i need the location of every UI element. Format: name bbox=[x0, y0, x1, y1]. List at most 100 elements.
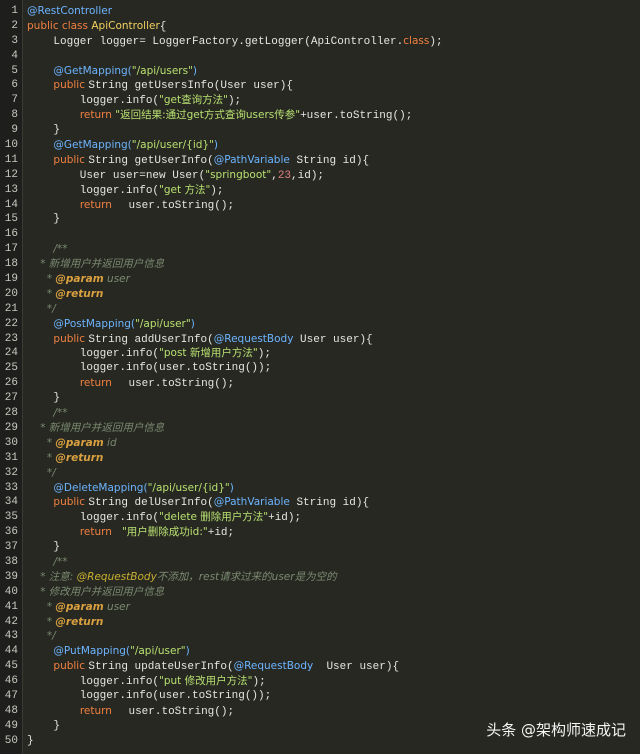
code-line[interactable]: 37 } bbox=[0, 540, 640, 555]
code-line[interactable]: 27 } bbox=[0, 391, 640, 406]
code-line[interactable]: 12 User user=new User("springboot",23,id… bbox=[0, 168, 640, 183]
code-token: user.toString(); bbox=[115, 378, 235, 391]
code-line[interactable]: 14 return user.toString(); bbox=[0, 198, 640, 213]
code-line[interactable]: 11 public String getUserInfo(@PathVariab… bbox=[0, 153, 640, 168]
code-line[interactable]: 21 */ bbox=[0, 302, 640, 317]
code-token: @return bbox=[55, 451, 104, 464]
code-token: String addUserInfo( bbox=[88, 333, 214, 346]
code-text: * 注意: @RequestBody不添加，rest请求过来的user是为空的 bbox=[27, 570, 336, 586]
code-line[interactable]: 39 * 注意: @RequestBody不添加，rest请求过来的user是为… bbox=[0, 570, 640, 585]
code-line[interactable]: 20 * @return bbox=[0, 287, 640, 302]
code-editor[interactable]: 1 @RestController 2 public class ApiControl… bbox=[0, 0, 640, 754]
line-number: 1 bbox=[11, 5, 18, 17]
code-line[interactable]: 35 logger.info("delete 删除用户方法"+id); bbox=[0, 510, 640, 525]
code-line[interactable]: 24 logger.info("post 新增用户方法"); bbox=[0, 346, 640, 361]
code-line[interactable]: 10 @GetMapping("/api/user/{id}") bbox=[0, 138, 640, 153]
code-text: * 新增用户并返回用户信息 bbox=[27, 421, 164, 437]
code-token: "put 修改用户方法" bbox=[159, 675, 253, 688]
code-text: @PostMapping("/api/user") bbox=[27, 317, 194, 333]
code-token: 23 bbox=[277, 169, 292, 182]
code-line[interactable]: 3 Logger logger= LoggerFactory.getLogger… bbox=[0, 34, 640, 49]
code-text: return user.toString(); bbox=[27, 376, 234, 392]
code-text: @RestController bbox=[27, 4, 112, 20]
code-text: logger.info("put 修改用户方法"); bbox=[27, 674, 266, 690]
code-token: String getUserInfo( bbox=[88, 154, 214, 167]
code-line[interactable]: 40 * 修改用户并返回用户信息 bbox=[0, 585, 640, 600]
code-line[interactable]: 13 logger.info("get 方法"); bbox=[0, 183, 640, 198]
code-token: return bbox=[79, 198, 116, 211]
code-token: @PathVariable bbox=[213, 153, 290, 166]
code-token: ) bbox=[192, 64, 198, 77]
code-text: * @return bbox=[27, 287, 104, 303]
code-token: logger.info( bbox=[27, 512, 160, 525]
code-line[interactable]: 16 bbox=[0, 227, 640, 242]
code-line[interactable]: 1 @RestController bbox=[0, 4, 640, 19]
code-line[interactable]: 48 return user.toString(); bbox=[0, 704, 640, 719]
code-line[interactable]: 33 @DeleteMapping("/api/user/{id}") bbox=[0, 481, 640, 496]
code-line[interactable]: 30 * @param id bbox=[0, 436, 640, 451]
code-token: user.toString(); bbox=[115, 705, 235, 718]
code-line[interactable]: 41 * @param user bbox=[0, 600, 640, 615]
code-line[interactable]: 45 public String updateUserInfo(@Request… bbox=[0, 659, 640, 674]
code-line[interactable]: 5 @GetMapping("/api/users") bbox=[0, 64, 640, 79]
code-token: ); bbox=[227, 95, 242, 108]
code-token: { bbox=[159, 20, 167, 33]
code-text: logger.info("get 方法"); bbox=[27, 183, 224, 199]
code-line[interactable]: 36 return "用户删除成功id:"+id; bbox=[0, 525, 640, 540]
code-token: * 新增用户并返回用户信息 bbox=[40, 258, 165, 271]
code-line[interactable]: 47 logger.info(user.toString()); bbox=[0, 689, 640, 704]
code-line[interactable]: 15 } bbox=[0, 212, 640, 227]
line-number: 13 bbox=[4, 183, 18, 196]
code-text: * 修改用户并返回用户信息 bbox=[27, 585, 164, 601]
code-line[interactable]: 7 logger.info("get查询方法"); bbox=[0, 93, 640, 108]
code-line[interactable]: 19 * @param user bbox=[0, 272, 640, 287]
code-line[interactable]: 28 /** bbox=[0, 406, 640, 421]
code-line[interactable]: 18 * 新增用户并返回用户信息 bbox=[0, 257, 640, 272]
code-line[interactable]: 32 */ bbox=[0, 466, 640, 481]
line-number: 19 bbox=[4, 273, 18, 286]
line-number: 37 bbox=[4, 541, 18, 554]
code-token: } bbox=[27, 734, 34, 747]
code-line[interactable]: 2 public class ApiController{ bbox=[0, 19, 640, 34]
code-token: @RequestBody bbox=[233, 660, 314, 673]
code-token: String id){ bbox=[289, 154, 370, 167]
code-line[interactable]: 4 bbox=[0, 49, 640, 64]
code-line[interactable]: 46 logger.info("put 修改用户方法"); bbox=[0, 674, 640, 689]
code-text: } bbox=[27, 391, 60, 406]
code-line[interactable]: 43 */ bbox=[0, 629, 640, 644]
code-token: "/api/user/{id}" bbox=[131, 139, 214, 152]
code-token: "get查询方法" bbox=[159, 94, 228, 107]
code-line[interactable]: 25 logger.info(user.toString()); bbox=[0, 361, 640, 376]
code-line[interactable]: 17 /** bbox=[0, 242, 640, 257]
code-line[interactable]: 23 public String addUserInfo(@RequestBod… bbox=[0, 332, 640, 347]
code-text: logger.info(user.toString()); bbox=[27, 689, 271, 704]
code-token: User user){ bbox=[313, 661, 400, 674]
code-line[interactable]: 26 return user.toString(); bbox=[0, 376, 640, 391]
line-number: 20 bbox=[4, 287, 18, 300]
code-token: User user=new User( bbox=[27, 169, 206, 182]
code-line[interactable]: 42 * @return bbox=[0, 615, 640, 630]
line-number: 44 bbox=[4, 645, 18, 658]
code-text: } bbox=[27, 212, 60, 227]
line-number: 27 bbox=[4, 392, 18, 405]
code-line[interactable]: 31 * @return bbox=[0, 451, 640, 466]
code-line[interactable]: 22 @PostMapping("/api/user") bbox=[0, 317, 640, 332]
code-text: User user=new User("springboot",23,id); bbox=[27, 168, 324, 184]
code-line[interactable]: 9 } bbox=[0, 123, 640, 138]
line-number: 32 bbox=[4, 466, 18, 479]
line-number: 8 bbox=[11, 109, 18, 122]
code-line[interactable]: 34 public String delUserInfo(@PathVariab… bbox=[0, 495, 640, 510]
code-token: } bbox=[27, 213, 61, 226]
code-line[interactable]: 38 /** bbox=[0, 555, 640, 570]
code-text: * @param user bbox=[27, 272, 130, 288]
line-number: 26 bbox=[4, 377, 18, 390]
code-line[interactable]: 29 * 新增用户并返回用户信息 bbox=[0, 421, 640, 436]
code-line[interactable]: 6 public String getUsersInfo(User user){ bbox=[0, 78, 640, 93]
code-line[interactable]: 44 @PutMapping("/api/user") bbox=[0, 644, 640, 659]
code-token: ); bbox=[257, 348, 271, 361]
code-line[interactable]: 8 return "返回结果:通过get方式查询users传参"+user.to… bbox=[0, 108, 640, 123]
